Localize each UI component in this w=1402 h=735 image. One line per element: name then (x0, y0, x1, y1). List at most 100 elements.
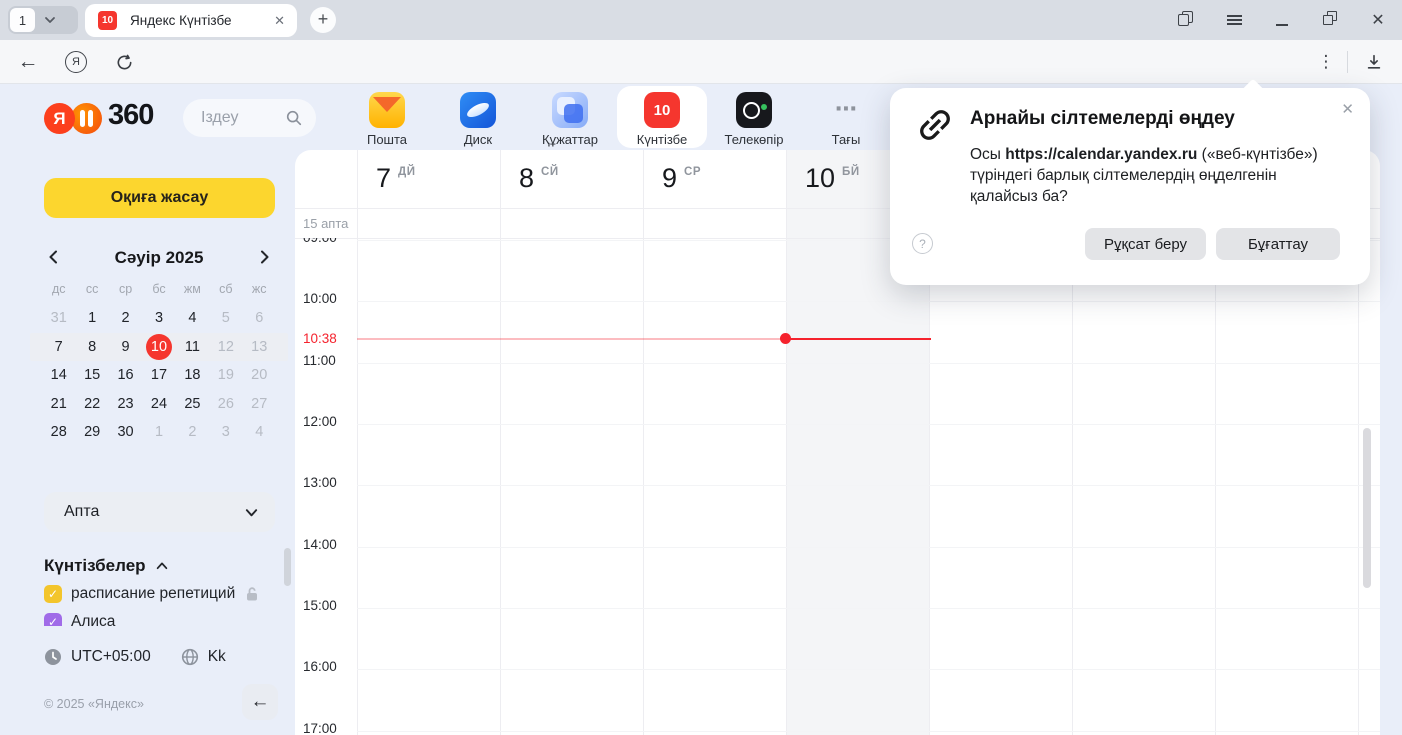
hour-gridline (357, 363, 1380, 364)
tab-group-count[interactable]: 1 (10, 8, 35, 32)
hour-label: 17:00 (303, 721, 337, 735)
window-close-button[interactable]: ✕ (1354, 0, 1402, 40)
week-number-cell: 15 апта (295, 209, 356, 238)
minical-day[interactable]: 19 (209, 367, 242, 383)
minical-day[interactable]: 9 (109, 339, 142, 355)
back-button[interactable]: ← (12, 40, 44, 84)
language-value[interactable]: Kk (208, 648, 226, 666)
calendar-list-item[interactable]: ✓ расписание репетиций (44, 580, 279, 608)
minical-day[interactable]: 1 (75, 310, 108, 326)
calendar-checkbox[interactable]: ✓ (44, 613, 62, 626)
collapse-sidebar-button[interactable]: ← (242, 684, 278, 720)
tab-close-icon[interactable]: ✕ (274, 13, 285, 29)
minical-day[interactable]: 13 (243, 339, 276, 355)
calendar-list-item[interactable]: ✓ Алиса (44, 608, 279, 626)
minical-day[interactable]: 2 (176, 424, 209, 440)
minical-day[interactable]: 24 (142, 396, 175, 412)
calendar-checkbox[interactable]: ✓ (44, 585, 62, 603)
hour-label: 13:00 (303, 475, 337, 490)
reload-button[interactable] (108, 40, 140, 84)
search-input[interactable] (201, 99, 281, 137)
restore-button[interactable] (1306, 0, 1354, 40)
minical-day[interactable]: 10 (142, 334, 175, 360)
day-header[interactable]: 7ДЙ (357, 161, 500, 195)
minical-day[interactable]: 21 (42, 396, 75, 412)
timezone-row[interactable]: UTC+05:00 Kk (44, 648, 226, 666)
active-tab[interactable]: 10 Яндекс Күнтізбе ✕ (85, 4, 297, 37)
globe-icon[interactable] (181, 648, 199, 666)
chevron-down-icon (244, 505, 259, 520)
app-mail[interactable]: Пошта (342, 88, 432, 147)
sidebar-scrollbar-thumb[interactable] (284, 548, 291, 586)
minical-day[interactable]: 4 (243, 424, 276, 440)
calendar-app-icon: 10 (644, 92, 680, 128)
minical-weekday-row: дссссрбсжмсбжс (30, 282, 288, 300)
downloads-button[interactable] (1358, 40, 1390, 84)
minical-day[interactable]: 4 (176, 310, 209, 326)
minical-today-badge[interactable]: 10 (146, 334, 172, 360)
minical-day[interactable]: 7 (42, 339, 75, 355)
day-header[interactable]: 8СЙ (500, 161, 643, 195)
help-icon[interactable]: ? (912, 233, 933, 254)
hour-gridline (357, 485, 1380, 486)
minical-day[interactable]: 26 (209, 396, 242, 412)
new-tab-button[interactable]: + (310, 7, 336, 33)
minimize-button[interactable] (1258, 0, 1306, 40)
minical-day[interactable]: 30 (109, 424, 142, 440)
minical-day[interactable]: 16 (109, 367, 142, 383)
block-button[interactable]: Бұғаттау (1216, 228, 1340, 260)
minical-day[interactable]: 27 (243, 396, 276, 412)
calendar-favicon: 10 (98, 11, 117, 30)
app-documents[interactable]: Құжаттар (525, 88, 615, 147)
toolbar-divider (1347, 51, 1348, 73)
hour-gridline (357, 608, 1380, 609)
hour-gridline (357, 731, 1380, 732)
minical-day[interactable]: 11 (176, 339, 209, 355)
app-more[interactable]: ⋯ Тағы (801, 88, 891, 147)
minical-day[interactable]: 31 (42, 310, 75, 326)
minical-day[interactable]: 6 (243, 310, 276, 326)
minical-week-row: 14151617181920 (30, 361, 288, 390)
next-month-icon[interactable] (256, 249, 272, 270)
app-calendar[interactable]: 10 Күнтізбе (617, 88, 707, 147)
calendar-scrollbar-thumb[interactable] (1363, 428, 1371, 588)
tab-group-chip[interactable]: 1 (8, 6, 78, 34)
minical-day[interactable]: 28 (42, 424, 75, 440)
yandex-logo[interactable]: Я (44, 103, 75, 134)
minical-day[interactable]: 14 (42, 367, 75, 383)
minical-weekday: ср (109, 282, 142, 300)
app-telemost[interactable]: Телекөпір (709, 88, 799, 147)
popup-close-icon[interactable]: ✕ (1341, 100, 1354, 118)
minical-day[interactable]: 18 (176, 367, 209, 383)
allow-button[interactable]: Рұқсат беру (1085, 228, 1206, 260)
minical-day[interactable]: 3 (209, 424, 242, 440)
day-header[interactable]: 9СР (643, 161, 786, 195)
calendars-section-header[interactable]: Күнтізбелер (44, 556, 169, 576)
minical-day[interactable]: 2 (109, 310, 142, 326)
minical-day[interactable]: 17 (142, 367, 175, 383)
minical-day[interactable]: 22 (75, 396, 108, 412)
copyright-text: © 2025 «Яндекс» (44, 697, 144, 711)
minical-day[interactable]: 23 (109, 396, 142, 412)
minical-day[interactable]: 3 (142, 310, 175, 326)
minical-day[interactable]: 15 (75, 367, 108, 383)
yandex-button[interactable]: Я (60, 40, 92, 84)
extensions-menu-icon[interactable]: ⋮ (1312, 40, 1340, 84)
browser-toolbar: ← Я https://calendar.yandex.ru/week?uid=… (0, 40, 1402, 84)
minical-day[interactable]: 1 (142, 424, 175, 440)
menu-icon[interactable] (1210, 0, 1258, 40)
create-event-button[interactable]: Оқиға жасау (44, 178, 275, 218)
side-panel-icon[interactable] (1162, 0, 1210, 40)
minical-day[interactable]: 20 (243, 367, 276, 383)
app-disk[interactable]: Диск (433, 88, 523, 147)
view-select[interactable]: Апта (44, 492, 275, 532)
minical-day[interactable]: 5 (209, 310, 242, 326)
minical-day[interactable]: 25 (176, 396, 209, 412)
chevron-down-icon[interactable] (44, 14, 56, 26)
search-box[interactable] (183, 99, 316, 137)
minical-day[interactable]: 8 (75, 339, 108, 355)
minical-day[interactable]: 12 (209, 339, 242, 355)
link-chain-icon (914, 104, 956, 151)
logo-360-text[interactable]: 360 (108, 99, 153, 132)
minical-day[interactable]: 29 (75, 424, 108, 440)
